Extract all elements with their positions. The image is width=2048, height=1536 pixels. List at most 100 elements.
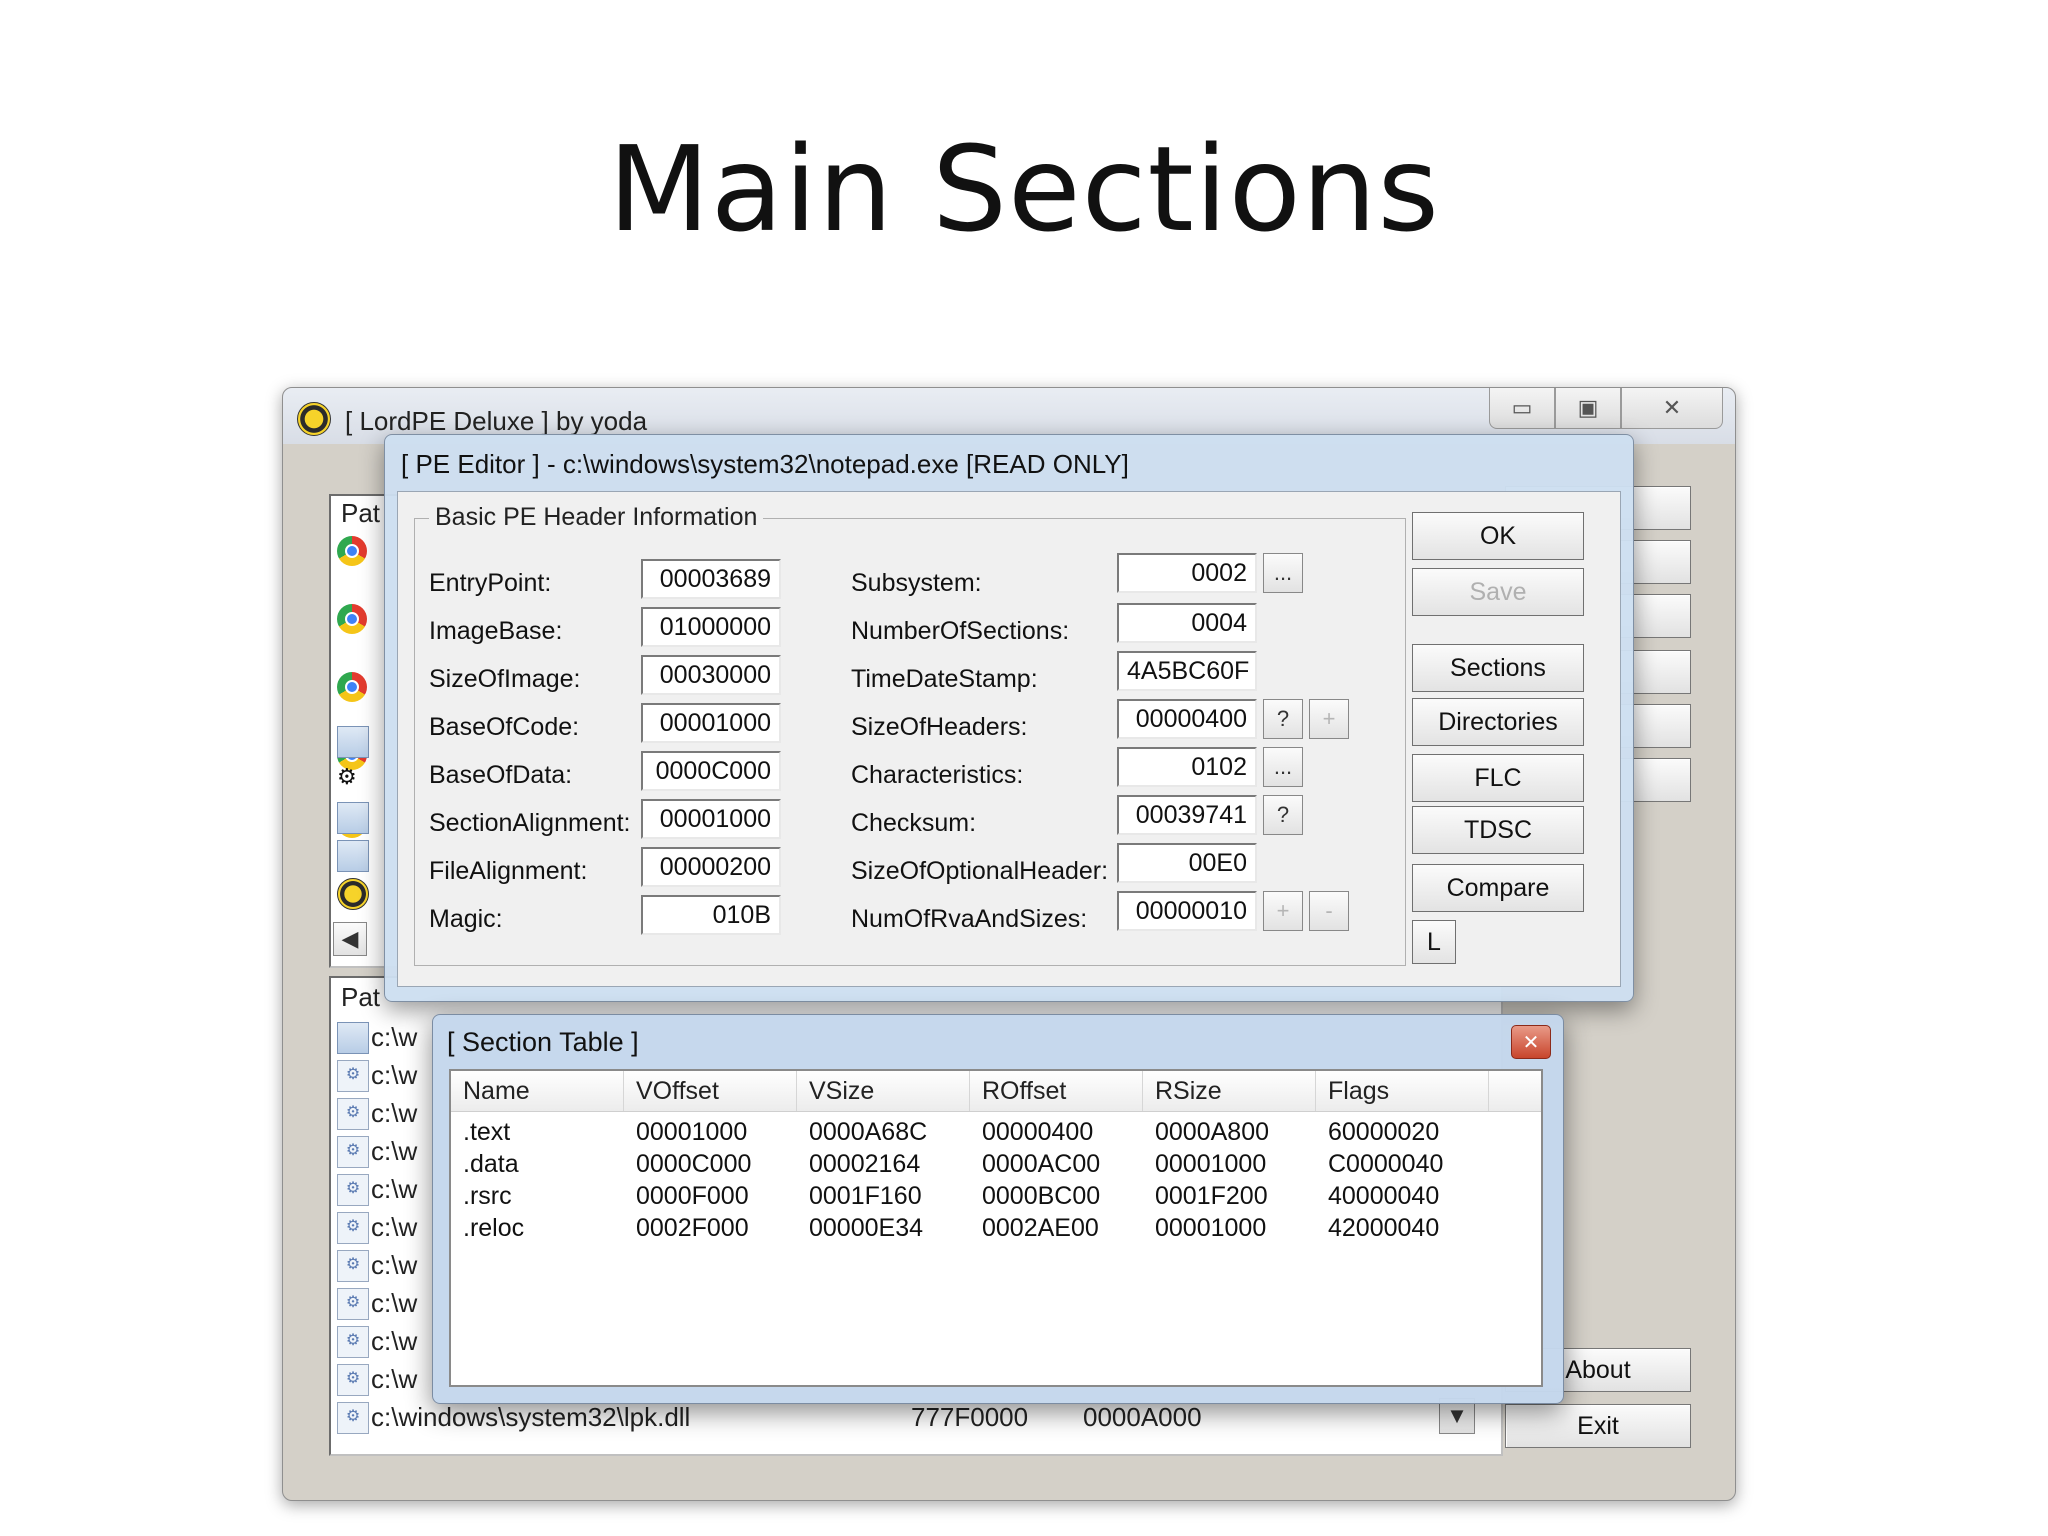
section-table-dialog: [ Section Table ] ✕ Name VOffset VSize R… [432,1014,1564,1404]
sizeofheaders-help-button[interactable]: ? [1263,699,1303,739]
section-flags: C0000040 [1328,1150,1444,1178]
section-roffset: 0000BC00 [982,1182,1101,1210]
slide-title: Main Sections [607,120,1441,258]
module-path-lpk[interactable]: c:\windows\system32\lpk.dll [371,1402,690,1433]
section-flags: 42000040 [1328,1214,1440,1242]
flc-button[interactable]: FLC [1412,754,1584,802]
module-path[interactable]: c:\w [371,1212,417,1243]
pe-editor-dialog: [ PE Editor ] - c:\windows\system32\note… [384,434,1634,1002]
maximize-button[interactable]: ▣ [1555,388,1621,429]
module-base[interactable]: 777F0000 [911,1402,1028,1433]
save-button[interactable]: Save [1412,568,1584,616]
minimize-button[interactable]: ▭ [1489,388,1555,429]
module-path[interactable]: c:\w [371,1060,417,1091]
section-roffset: 00000400 [982,1118,1094,1146]
numofrvaandsizes-field[interactable]: 00000010 [1117,891,1257,931]
baseofdata-field[interactable]: 0000C000 [641,751,781,791]
module-path[interactable]: c:\w [371,1364,417,1395]
entrypoint-label: EntryPoint: [429,569,552,597]
sizeofimage-field[interactable]: 00030000 [641,655,781,695]
table-row[interactable]: .text 00001000 0000A68C 00000400 0000A80… [451,1116,1541,1148]
column-header-rsize[interactable]: RSize [1143,1071,1316,1111]
chrome-icon [337,672,367,702]
sizeofheaders-plus-button[interactable]: + [1309,699,1349,739]
dll-icon: ⚙ [337,1250,369,1282]
process-tree-icon: ⚙ [337,764,357,789]
main-window-title: [ LordPE Deluxe ] by yoda [345,406,648,436]
table-row[interactable]: .data 0000C000 00002164 0000AC00 0000100… [451,1148,1541,1180]
compare-button[interactable]: Compare [1412,864,1584,912]
checksum-field[interactable]: 00039741 [1117,795,1257,835]
dll-icon: ⚙ [337,1060,369,1092]
baseofcode-label: BaseOfCode: [429,713,580,741]
checksum-help-button[interactable]: ? [1263,795,1303,835]
ok-button[interactable]: OK [1412,512,1584,560]
subsystem-field[interactable]: 0002 [1117,553,1257,593]
dll-icon: ⚙ [337,1364,369,1396]
section-name: .data [463,1150,519,1178]
window-app-icon [337,802,369,834]
subsystem-details-button[interactable]: ... [1263,553,1303,593]
sectionalignment-label: SectionAlignment: [429,809,631,837]
dll-icon: ⚙ [337,1402,369,1434]
timedatestamp-label: TimeDateStamp: [851,665,1038,693]
module-path[interactable]: c:\w [371,1174,417,1205]
baseofdata-label: BaseOfData: [429,761,573,789]
imagebase-label: ImageBase: [429,617,563,645]
sections-button[interactable]: Sections [1412,644,1584,692]
column-header-flags[interactable]: Flags [1316,1071,1489,1111]
tdsc-button[interactable]: TDSC [1412,806,1584,854]
imagebase-field[interactable]: 01000000 [641,607,781,647]
filealignment-field[interactable]: 00000200 [641,847,781,887]
dll-icon: ⚙ [337,1212,369,1244]
column-header-vsize[interactable]: VSize [797,1071,970,1111]
timedatestamp-field[interactable]: 4A5BC60F [1117,651,1257,691]
section-rsize: 00001000 [1155,1150,1267,1178]
sizeofimage-label: SizeOfImage: [429,665,581,693]
section-table-list[interactable]: Name VOffset VSize ROffset RSize Flags .… [449,1069,1543,1387]
column-header-name[interactable]: Name [451,1071,624,1111]
section-voffset: 0000F000 [636,1182,749,1210]
characteristics-details-button[interactable]: ... [1263,747,1303,787]
close-icon[interactable]: ✕ [1511,1025,1551,1059]
section-voffset: 00001000 [636,1118,748,1146]
process-list-header[interactable]: Pat [341,498,380,529]
module-path[interactable]: c:\w [371,1136,417,1167]
table-row[interactable]: .reloc 0002F000 00000E34 0002AE00 000010… [451,1212,1541,1244]
exit-button[interactable]: Exit [1505,1404,1691,1448]
sectionalignment-field[interactable]: 00001000 [641,799,781,839]
numofrva-plus-button[interactable]: + [1263,891,1303,931]
module-path[interactable]: c:\w [371,1022,417,1053]
module-path[interactable]: c:\w [371,1326,417,1357]
column-header-roffset[interactable]: ROffset [970,1071,1143,1111]
sizeofoptionalheader-label: SizeOfOptionalHeader: [851,857,1109,885]
module-size[interactable]: 0000A000 [1083,1402,1202,1433]
window-app-icon [337,840,369,872]
dll-icon: ⚙ [337,1326,369,1358]
numberofsections-field[interactable]: 0004 [1117,603,1257,643]
close-button[interactable]: ✕ [1621,388,1723,429]
module-path[interactable]: c:\w [371,1250,417,1281]
directories-button[interactable]: Directories [1412,698,1584,746]
entrypoint-field[interactable]: 00003689 [641,559,781,599]
section-table-title: [ Section Table ] [447,1027,639,1057]
sizeofoptionalheader-field[interactable]: 00E0 [1117,843,1257,883]
scroll-left-button[interactable]: ◀ [333,922,367,956]
module-path[interactable]: c:\w [371,1098,417,1129]
numberofsections-label: NumberOfSections: [851,617,1070,645]
chrome-icon [337,536,367,566]
section-vsize: 0000A68C [809,1118,928,1146]
column-header-voffset[interactable]: VOffset [624,1071,797,1111]
numofrva-minus-button[interactable]: - [1309,891,1349,931]
sizeofheaders-field[interactable]: 00000400 [1117,699,1257,739]
baseofcode-field[interactable]: 00001000 [641,703,781,743]
dll-icon: ⚙ [337,1174,369,1206]
l-button[interactable]: L [1412,920,1456,964]
module-path[interactable]: c:\w [371,1288,417,1319]
module-list-header[interactable]: Pat [341,982,380,1013]
characteristics-field[interactable]: 0102 [1117,747,1257,787]
magic-field[interactable]: 010B [641,895,781,935]
table-row[interactable]: .rsrc 0000F000 0001F160 0000BC00 0001F20… [451,1180,1541,1212]
section-vsize: 00002164 [809,1150,921,1178]
section-vsize: 00000E34 [809,1214,924,1242]
